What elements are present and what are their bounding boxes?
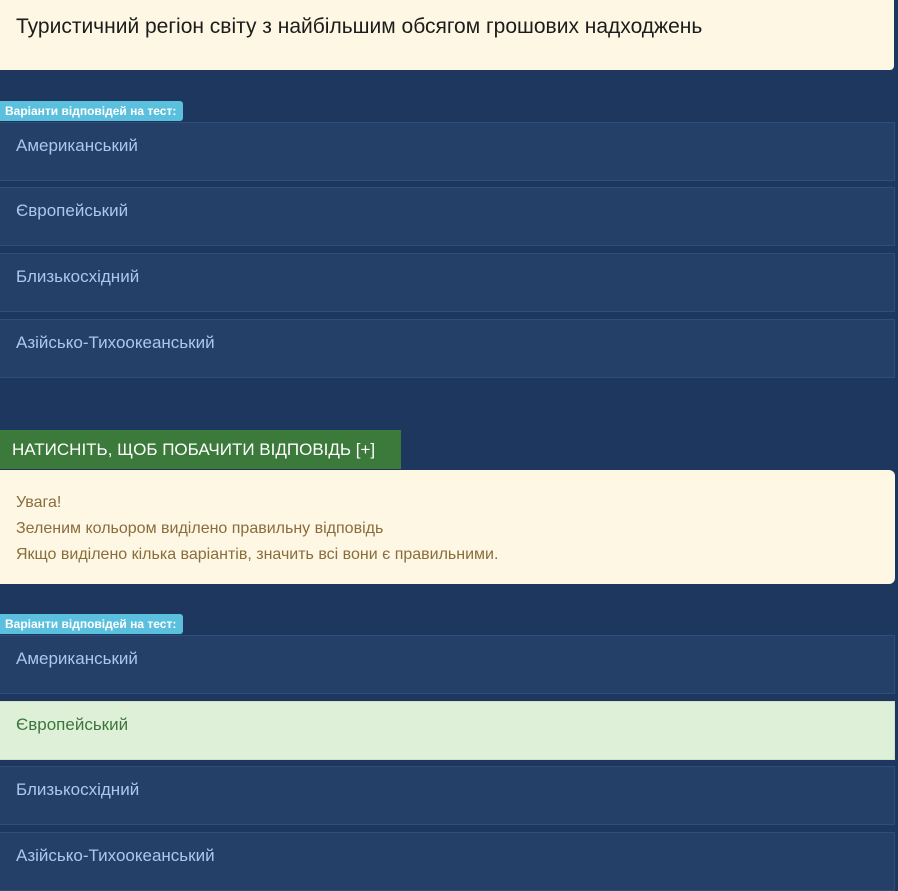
- answer-option-european[interactable]: Європейський: [0, 187, 895, 246]
- show-answer-button[interactable]: НАТИСНІТЬ, ЩОБ ПОБАЧИТИ ВІДПОВІДЬ [+]: [0, 430, 401, 469]
- notice-line-2: Якщо виділено кілька варіантів, значить …: [16, 546, 499, 563]
- notice-line-1: Зеленим кольором виділено правильну відп…: [16, 520, 384, 537]
- revealed-option-asia-pacific: Азійсько-Тихоокеанський: [0, 832, 895, 891]
- notice-title: Увага!: [16, 494, 62, 511]
- notice-panel: Увага! Зеленим кольором виділено правиль…: [0, 470, 895, 584]
- answer-options-badge-revealed: Варіанти відповідей на тест:: [0, 614, 184, 634]
- revealed-option-middle-east: Близькосхідний: [0, 766, 895, 825]
- answer-option-middle-east[interactable]: Близькосхідний: [0, 253, 895, 312]
- question-panel: Туристичний регіон світу з найбільшим об…: [0, 0, 894, 70]
- answer-option-american[interactable]: Американський: [0, 122, 895, 181]
- revealed-option-american: Американський: [0, 635, 895, 694]
- answer-option-asia-pacific[interactable]: Азійсько-Тихоокеанський: [0, 319, 895, 378]
- revealed-option-european-correct: Європейський: [0, 701, 895, 760]
- answer-options-badge: Варіанти відповідей на тест:: [0, 101, 184, 121]
- question-text: Туристичний регіон світу з найбільшим об…: [16, 15, 703, 38]
